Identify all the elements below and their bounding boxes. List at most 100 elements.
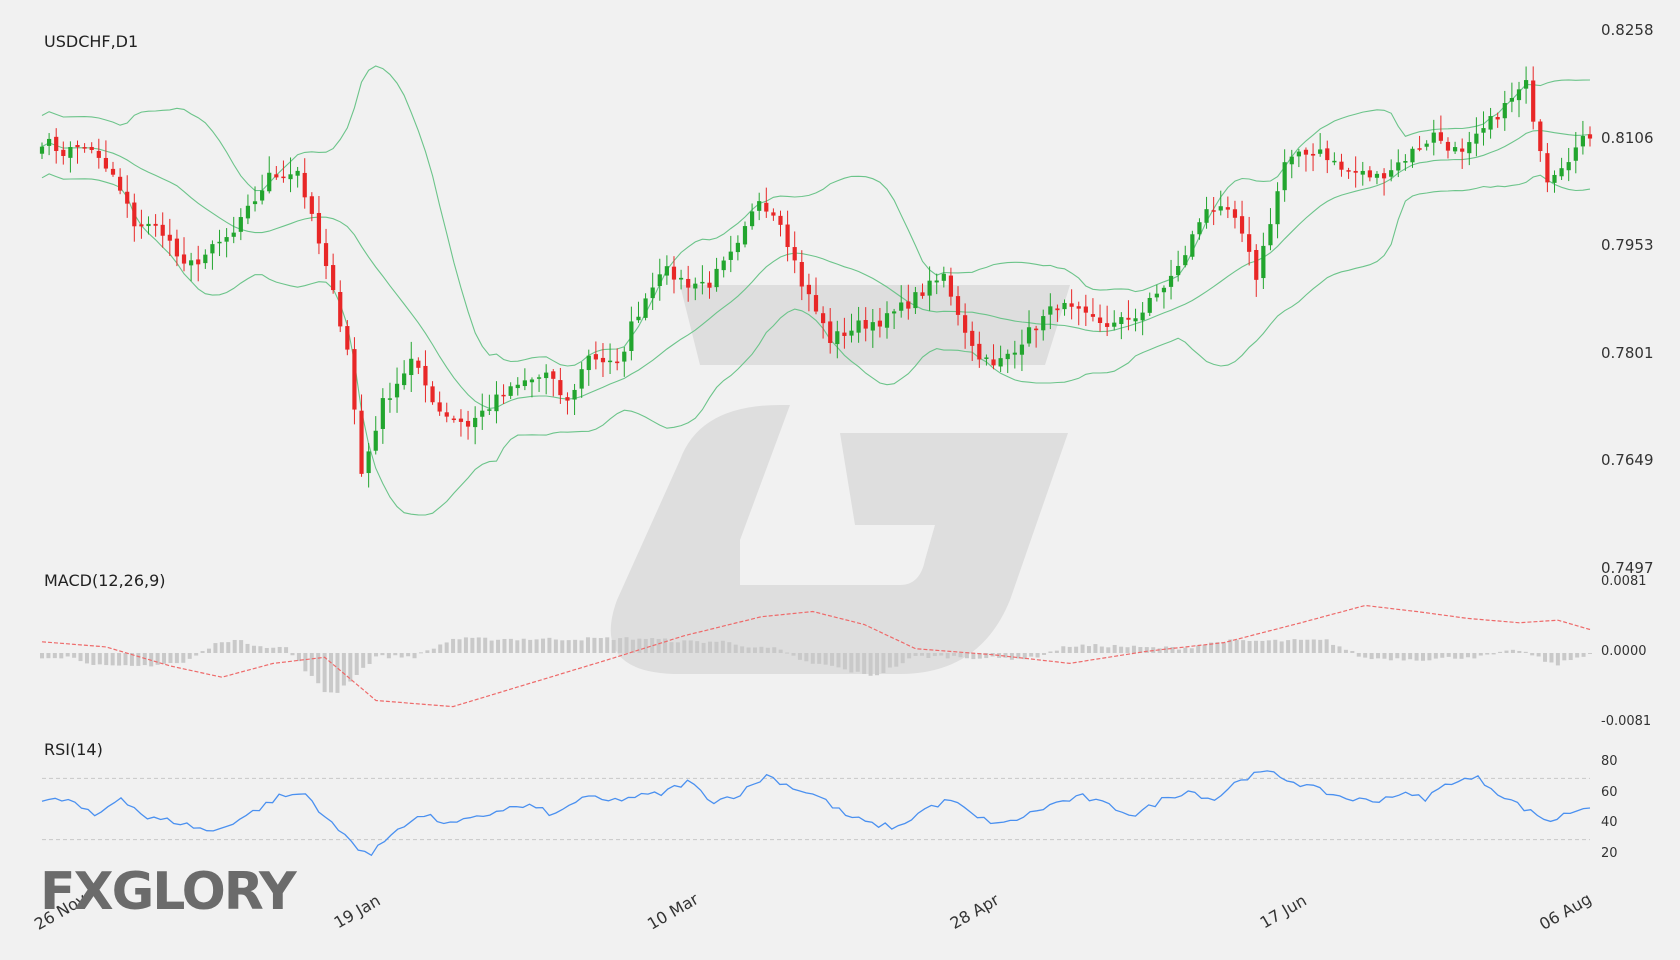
candle-body [771,212,776,216]
macd-histogram-bar [611,639,616,653]
candle-body [742,226,748,245]
candle-body [1083,306,1088,313]
candle-body [622,351,627,362]
macd-histogram-bar [1202,644,1207,653]
macd-histogram-bar [438,644,443,653]
candle-body [636,316,641,321]
macd-histogram-bar [155,653,160,665]
macd-histogram-bar [200,651,205,653]
macd-histogram-bar [720,640,725,653]
macd-histogram-bar [52,653,57,659]
macd-histogram-bar [900,653,905,664]
macd-histogram-bar [65,653,70,657]
candle-body [1367,170,1372,178]
macd-histogram-bar [528,639,533,653]
candle-body [480,410,485,417]
macd-histogram-bar [226,642,231,653]
macd-histogram-bar [1067,646,1072,653]
candle-body [174,238,180,257]
candle-body [430,386,435,403]
candle-body [1069,303,1074,307]
candle-body [125,191,130,204]
macd-histogram-bar [849,653,854,673]
candle-body [1381,173,1387,179]
macd-histogram-bar [380,653,385,656]
macd-histogram-bar [1196,645,1201,653]
macd-histogram-bar [290,653,295,656]
candle-body [1275,191,1280,225]
candle-body [927,280,932,296]
macd-histogram-bar [1581,653,1586,657]
candle-body [963,315,968,333]
candle-body [274,174,279,178]
macd-histogram-bar [1568,653,1573,661]
macd-histogram-bar [836,653,841,668]
candle-body [693,283,698,289]
macd-histogram-bar [232,639,237,653]
candle-body [409,358,414,376]
candle-body [352,349,357,410]
candle-body [544,372,549,379]
candle-body [1097,317,1103,323]
candle-body [402,373,407,386]
candle-body [1424,143,1429,147]
macd-histogram-bar [1478,653,1483,656]
macd-histogram-bar [1298,639,1303,653]
candle-body [1360,170,1365,175]
candle-body [1346,170,1351,172]
candle-body [224,237,229,242]
macd-histogram-bar [919,653,924,656]
candle-body [579,369,584,389]
candle-body [451,418,456,421]
macd-histogram-bar [1388,653,1393,661]
macd-histogram-bar [181,653,186,663]
macd-histogram-bar [958,653,963,658]
candle-body [103,157,109,169]
macd-histogram-bar [797,653,802,660]
candle-body [1303,149,1309,155]
macd-histogram-bar [1253,640,1258,653]
rsi-panel-title: RSI(14) [44,740,103,759]
candle-body [82,147,87,149]
macd-histogram-bar [1286,640,1291,653]
candle-body [316,212,322,244]
macd-histogram-bar [496,639,501,653]
macd-tick-label: -0.0081 [1601,714,1652,729]
candle-body [217,241,222,244]
macd-histogram-bar [1350,650,1355,653]
macd-histogram-bar [804,653,809,662]
candle-body [473,417,478,428]
candle-body [196,259,201,265]
macd-histogram-bar [887,653,892,668]
candle-body [906,301,911,309]
candle-body [984,357,989,359]
macd-histogram-bar [521,638,526,653]
macd-histogram-bar [284,647,289,653]
macd-histogram-bar [971,653,976,660]
candle-body [288,174,293,180]
macd-histogram-bar [117,653,122,666]
candle-body [210,244,215,254]
macd-histogram-bar [239,640,244,653]
candle-body [1034,328,1039,331]
macd-histogram-bar [1273,639,1278,653]
macd-histogram-bar [1498,651,1503,653]
candle-body [1232,209,1238,218]
candle-body [600,357,606,363]
candle-body [991,359,996,366]
candle-body [1282,162,1287,191]
candle-body [1176,265,1181,276]
candle-body [529,379,535,383]
macd-histogram-bar [573,639,578,653]
candle-body [54,136,59,151]
candle-body [1559,168,1564,177]
candle-body [1218,206,1223,211]
candle-body [89,146,94,150]
macd-histogram-bar [1074,646,1079,653]
macd-histogram-bar [894,653,899,667]
macd-histogram-bar [1517,650,1522,653]
candle-body [394,383,400,398]
rsi-panel [41,770,1591,857]
macd-histogram-bar [1510,649,1515,653]
macd-histogram-bar [605,637,610,653]
